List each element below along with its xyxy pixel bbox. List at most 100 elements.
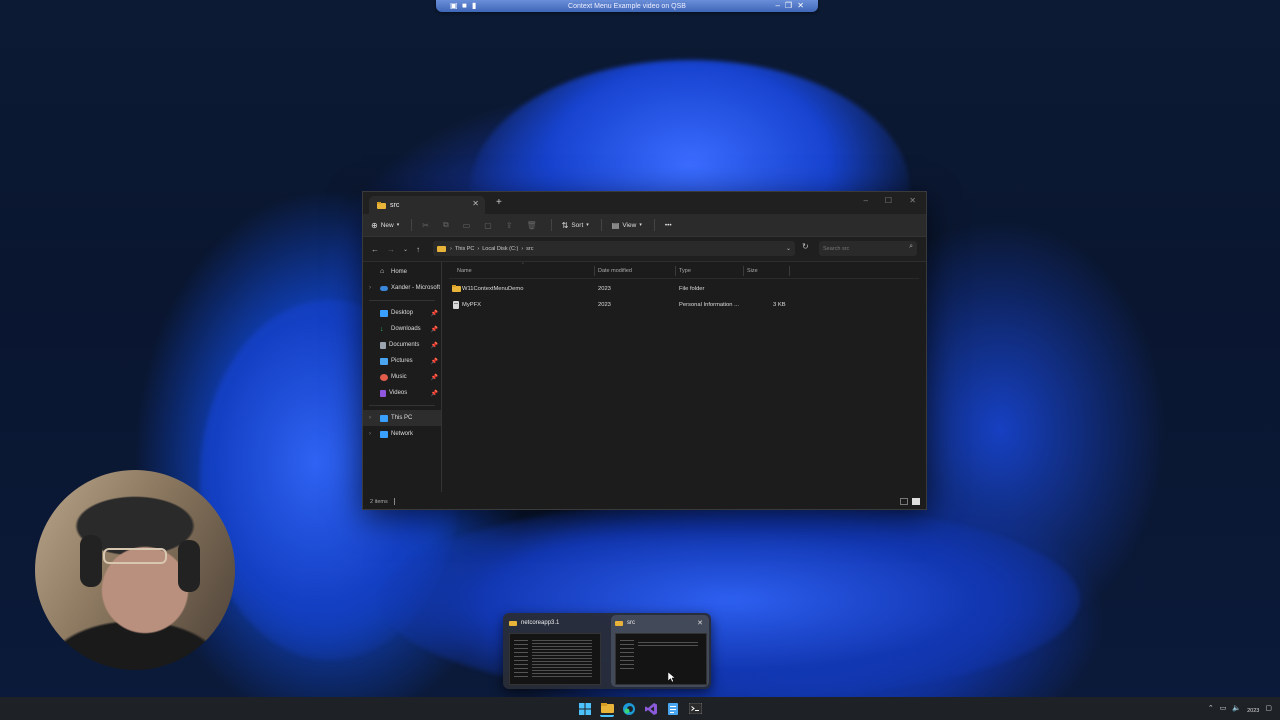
breadcrumb-this-pc[interactable]: This PC	[455, 246, 475, 252]
view-button[interactable]: ▤ View ▾	[612, 221, 642, 230]
close-tab-icon[interactable]: ✕	[472, 199, 479, 208]
address-bar[interactable]: › This PC › Local Disk (C:) › src ⌄	[433, 241, 795, 256]
file-row[interactable]: W11ContextMenuDemo 2023 File folder	[449, 281, 919, 297]
folder-icon	[377, 201, 386, 209]
breadcrumb-local-disk[interactable]: Local Disk (C:)	[482, 246, 518, 252]
notepad-icon[interactable]	[666, 702, 680, 716]
breadcrumb-src[interactable]: src	[526, 246, 533, 252]
file-explorer-icon[interactable]	[600, 701, 614, 717]
delete-icon[interactable]: 🗑	[526, 221, 536, 230]
download-icon: ↓	[380, 325, 384, 333]
notification-icon[interactable]: ▢	[1265, 704, 1272, 712]
column-divider[interactable]	[743, 266, 744, 276]
sidebar-item-home[interactable]: ⌂ Home	[363, 264, 441, 280]
column-date-modified[interactable]: Date modified	[598, 268, 632, 274]
column-type[interactable]: Type	[679, 268, 691, 274]
column-size[interactable]: Size	[747, 268, 758, 274]
start-icon[interactable]	[578, 702, 592, 716]
headphones-right	[178, 540, 200, 592]
rename-icon[interactable]: ▢	[484, 221, 492, 230]
desktop-icon	[380, 309, 388, 317]
column-divider[interactable]	[789, 266, 790, 276]
sidebar-item-documents[interactable]: Documents 📌	[363, 337, 441, 353]
search-input[interactable]: Search src ⌕	[819, 241, 917, 256]
minimize-icon[interactable]: –	[776, 1, 780, 10]
network-status-icon[interactable]: ▭	[1220, 704, 1227, 712]
chevron-down-icon: ▾	[639, 222, 642, 228]
pin-icon[interactable]: 📌	[431, 374, 438, 381]
column-divider[interactable]	[594, 266, 595, 276]
file-row[interactable]: MyPFX 2023 Personal Information ... 3 KB	[449, 297, 919, 313]
terminal-icon[interactable]	[688, 702, 702, 716]
breadcrumb-separator-icon: ›	[477, 245, 480, 252]
refresh-icon[interactable]: ↻	[802, 242, 809, 251]
sidebar-item-this-pc[interactable]: › This PC	[363, 410, 441, 426]
clock[interactable]: 2023	[1247, 708, 1259, 714]
pin-icon[interactable]: 📌	[431, 310, 438, 317]
details-view-icon[interactable]	[900, 498, 908, 505]
folder-icon	[452, 285, 461, 292]
glasses	[103, 548, 167, 564]
pin-icon[interactable]: 📌	[431, 390, 438, 397]
edge-icon[interactable]	[622, 702, 636, 716]
restore-icon[interactable]: ❐	[785, 1, 792, 10]
show-hidden-icons-icon[interactable]: ⌃	[1208, 704, 1214, 712]
close-icon[interactable]: ✕	[797, 1, 804, 10]
close-icon[interactable]: ✕	[909, 196, 916, 205]
folder-icon	[437, 246, 446, 252]
divider	[411, 219, 413, 231]
chevron-right-icon[interactable]: ›	[369, 431, 371, 437]
new-tab-icon[interactable]: +	[496, 197, 502, 208]
close-icon[interactable]: ✕	[697, 619, 703, 627]
pin-icon[interactable]: 📌	[431, 326, 438, 333]
chevron-down-icon: ▾	[586, 222, 589, 228]
thumbnail-netcoreapp[interactable]: netcoreapp3.1	[505, 615, 603, 687]
sidebar-item-music[interactable]: Music 📌	[363, 369, 441, 385]
back-icon[interactable]: ←	[371, 245, 379, 254]
file-size: 3 KB	[773, 302, 786, 308]
column-divider[interactable]	[675, 266, 676, 276]
remote-session-bar[interactable]: ▣ ■ ▮ Context Menu Example video on QSB …	[436, 0, 818, 12]
volume-icon[interactable]: 🔈	[1232, 704, 1241, 712]
webcam-overlay	[35, 470, 235, 670]
share-icon[interactable]: ⇪	[506, 221, 513, 230]
title-bar[interactable]: src ✕ + – ☐ ✕	[363, 192, 926, 214]
tab-src[interactable]: src ✕	[369, 196, 485, 214]
address-row: ← → ⌄ ↑ › This PC › Local Disk (C:) › sr…	[363, 237, 926, 262]
pin-icon[interactable]: 📌	[431, 342, 438, 349]
view-icon: ▤	[611, 220, 620, 230]
copy-icon[interactable]: ⧉	[443, 220, 449, 230]
wallpaper-bloom-bottom	[380, 500, 1080, 700]
mouse-cursor-icon	[668, 672, 676, 682]
maximize-icon[interactable]: ☐	[885, 196, 892, 205]
taskbar-thumbnail-preview: netcoreapp3.1 src ✕	[503, 613, 711, 689]
tiles-view-icon[interactable]	[912, 498, 920, 505]
sidebar-item-onedrive[interactable]: › Xander - Microsoft	[363, 280, 441, 296]
pin-icon[interactable]: ▣	[450, 1, 458, 10]
visual-studio-icon[interactable]	[644, 702, 658, 716]
sort-button[interactable]: ⇅ Sort ▾	[562, 221, 589, 230]
thumbnail-src[interactable]: src ✕	[611, 615, 709, 687]
more-options-button[interactable]: •••	[665, 222, 672, 229]
forward-icon[interactable]: →	[387, 245, 395, 254]
new-button[interactable]: ⊕ New ▾	[371, 221, 399, 230]
cut-icon[interactable]: ✂	[422, 221, 429, 230]
pin-icon[interactable]: 📌	[431, 358, 438, 365]
sidebar-item-pictures[interactable]: Pictures 📌	[363, 353, 441, 369]
recent-chevron-icon[interactable]: ⌄	[403, 246, 408, 253]
taskbar: ⌃ ▭ 🔈 2023 ▢	[0, 697, 1280, 720]
sidebar-item-network[interactable]: › Network	[363, 426, 441, 442]
sidebar-item-downloads[interactable]: ↓ Downloads 📌	[363, 321, 441, 337]
column-name[interactable]: Name	[457, 268, 472, 274]
sidebar-item-videos[interactable]: Videos 📌	[363, 385, 441, 401]
signal-icon: ▮	[472, 1, 477, 10]
up-icon[interactable]: ↑	[416, 245, 420, 254]
item-count: 2 items	[370, 499, 388, 505]
chevron-down-icon[interactable]: ⌄	[786, 245, 791, 252]
chevron-down-icon: ▾	[396, 222, 400, 228]
chevron-right-icon[interactable]: ›	[369, 285, 371, 291]
paste-icon[interactable]: ▭	[463, 221, 471, 230]
minimize-icon[interactable]: –	[864, 196, 868, 205]
sidebar-item-desktop[interactable]: Desktop 📌	[363, 305, 441, 321]
chevron-right-icon[interactable]: ›	[369, 415, 371, 421]
